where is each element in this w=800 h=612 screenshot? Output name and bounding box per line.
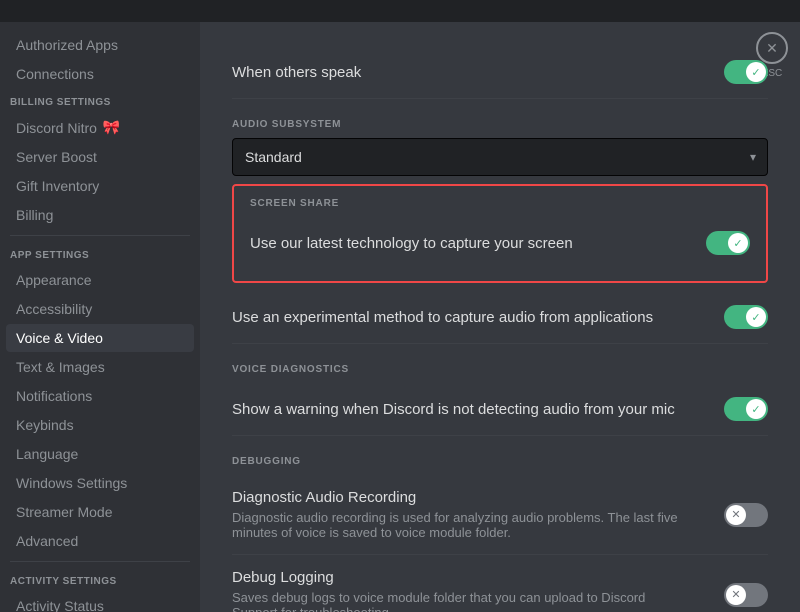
sidebar-badge-discord-nitro: 🎀	[103, 119, 120, 136]
sidebar-item-label-gift-inventory: Gift Inventory	[16, 178, 99, 194]
sidebar-item-keybinds[interactable]: Keybinds	[6, 411, 194, 439]
setting-left-when-others-speak: When others speak	[232, 64, 361, 81]
toggle-icon-capture-screen: ✓	[733, 237, 742, 250]
sidebar-item-accessibility[interactable]: Accessibility	[6, 295, 194, 323]
section-header-voice-diagnostics-section: Voice Diagnostics	[232, 364, 768, 375]
sidebar-item-windows-settings[interactable]: Windows Settings	[6, 469, 194, 497]
setting-row-capture-screen: Use our latest technology to capture you…	[250, 217, 750, 269]
app-body: Authorized Apps Connections Billing Settin…	[0, 22, 800, 612]
window-controls	[732, 3, 792, 19]
setting-label-diagnostic-audio: Diagnostic Audio Recording	[232, 489, 682, 506]
main-content: ✕ ESC When others speak✓Audio SubsystemS…	[200, 22, 800, 612]
sidebar-item-gift-inventory[interactable]: Gift Inventory	[6, 172, 194, 200]
setting-desc-debug-logging: Saves debug logs to voice module folder …	[232, 590, 682, 612]
maximize-button[interactable]	[754, 3, 770, 19]
toggle-when-others-speak[interactable]: ✓	[724, 60, 768, 84]
toggle-icon-show-warning: ✓	[751, 403, 760, 416]
toggle-capture-audio[interactable]: ✓	[724, 305, 768, 329]
toggle-show-warning[interactable]: ✓	[724, 397, 768, 421]
sidebar-item-label-billing: Billing	[16, 207, 53, 223]
toggle-icon-when-others-speak: ✓	[751, 66, 760, 79]
sidebar-item-label-discord-nitro: Discord Nitro	[16, 120, 97, 136]
sidebar-item-label-windows-settings: Windows Settings	[16, 475, 127, 491]
setting-left-capture-screen: Use our latest technology to capture you…	[250, 235, 573, 252]
sidebar-item-label-server-boost: Server Boost	[16, 149, 97, 165]
sidebar-divider	[10, 561, 190, 562]
sidebar-item-label-connections: Connections	[16, 66, 94, 82]
sidebar-item-activity-status[interactable]: Activity Status	[6, 592, 194, 612]
sidebar: Authorized Apps Connections Billing Settin…	[0, 22, 200, 612]
esc-icon[interactable]: ✕	[756, 32, 788, 64]
setting-row-when-others-speak: When others speak ✓	[232, 46, 768, 99]
sidebar-item-label-authorized-apps: Authorized Apps	[16, 37, 118, 53]
toggle-debug-logging[interactable]: ✕	[724, 583, 768, 607]
toggle-knob-capture-screen: ✓	[728, 233, 748, 253]
sidebar-item-advanced[interactable]: Advanced	[6, 527, 194, 555]
audio-subsystem-wrapper: StandardLegacy▾	[232, 138, 768, 176]
toggle-icon-capture-audio: ✓	[751, 311, 760, 324]
sidebar-section-3: Activity Settings	[0, 568, 200, 591]
toggle-icon-debug-logging: ✕	[731, 588, 740, 601]
sidebar-section-1: Billing Settings	[0, 89, 200, 112]
toggle-knob-when-others-speak: ✓	[746, 62, 766, 82]
setting-label-debug-logging: Debug Logging	[232, 569, 682, 586]
toggle-knob-capture-audio: ✓	[746, 307, 766, 327]
toggle-knob-debug-logging: ✕	[726, 585, 746, 605]
toggle-icon-diagnostic-audio: ✕	[731, 508, 740, 521]
section-header-debugging-section: Debugging	[232, 456, 768, 467]
setting-left-capture-audio: Use an experimental method to capture au…	[232, 309, 653, 326]
toggle-knob-diagnostic-audio: ✕	[726, 505, 746, 525]
sidebar-item-billing[interactable]: Billing	[6, 201, 194, 229]
screen-share-box: Screen Share Use our latest technology to…	[232, 184, 768, 283]
toggle-capture-screen[interactable]: ✓	[706, 231, 750, 255]
sidebar-item-label-language: Language	[16, 446, 78, 462]
sidebar-item-label-text-images: Text & Images	[16, 359, 105, 375]
sidebar-item-connections[interactable]: Connections	[6, 60, 194, 88]
setting-label-when-others-speak: When others speak	[232, 64, 361, 81]
sidebar-item-language[interactable]: Language	[6, 440, 194, 468]
sidebar-item-label-notifications: Notifications	[16, 388, 92, 404]
section-header-audio-subsystem-section: Audio Subsystem	[232, 119, 768, 130]
title-bar	[0, 0, 800, 22]
sidebar-section-2: App Settings	[0, 242, 200, 265]
sidebar-item-label-activity-status: Activity Status	[16, 598, 104, 612]
setting-label-capture-audio: Use an experimental method to capture au…	[232, 309, 653, 326]
setting-row-show-warning: Show a warning when Discord is not detec…	[232, 383, 768, 436]
sidebar-item-discord-nitro[interactable]: Discord Nitro 🎀	[6, 113, 194, 142]
sidebar-item-label-accessibility: Accessibility	[16, 301, 92, 317]
sidebar-item-label-streamer-mode: Streamer Mode	[16, 504, 112, 520]
sidebar-item-authorized-apps[interactable]: Authorized Apps	[6, 31, 194, 59]
toggle-diagnostic-audio[interactable]: ✕	[724, 503, 768, 527]
sidebar-item-label-keybinds: Keybinds	[16, 417, 74, 433]
toggle-knob-show-warning: ✓	[746, 399, 766, 419]
setting-left-diagnostic-audio: Diagnostic Audio Recording Diagnostic aud…	[232, 489, 682, 540]
sidebar-item-notifications[interactable]: Notifications	[6, 382, 194, 410]
screen-share-header: Screen Share	[250, 198, 750, 209]
setting-left-show-warning: Show a warning when Discord is not detec…	[232, 401, 675, 418]
sidebar-item-voice-video[interactable]: Voice & Video	[6, 324, 194, 352]
setting-label-show-warning: Show a warning when Discord is not detec…	[232, 401, 675, 418]
audio-subsystem-select[interactable]: StandardLegacy	[232, 138, 768, 176]
setting-desc-diagnostic-audio: Diagnostic audio recording is used for a…	[232, 510, 682, 540]
sidebar-item-appearance[interactable]: Appearance	[6, 266, 194, 294]
sidebar-item-streamer-mode[interactable]: Streamer Mode	[6, 498, 194, 526]
setting-row-capture-audio: Use an experimental method to capture au…	[232, 291, 768, 344]
sidebar-item-server-boost[interactable]: Server Boost	[6, 143, 194, 171]
sidebar-item-label-voice-video: Voice & Video	[16, 330, 103, 346]
sidebar-item-label-appearance: Appearance	[16, 272, 92, 288]
sidebar-item-label-advanced: Advanced	[16, 533, 78, 549]
minimize-button[interactable]	[732, 3, 748, 19]
setting-row-diagnostic-audio: Diagnostic Audio Recording Diagnostic aud…	[232, 475, 768, 555]
sidebar-divider	[10, 235, 190, 236]
setting-row-debug-logging: Debug Logging Saves debug logs to voice m…	[232, 555, 768, 612]
sidebar-item-text-images[interactable]: Text & Images	[6, 353, 194, 381]
setting-label-capture-screen: Use our latest technology to capture you…	[250, 235, 573, 252]
close-button[interactable]	[776, 3, 792, 19]
setting-left-debug-logging: Debug Logging Saves debug logs to voice m…	[232, 569, 682, 612]
